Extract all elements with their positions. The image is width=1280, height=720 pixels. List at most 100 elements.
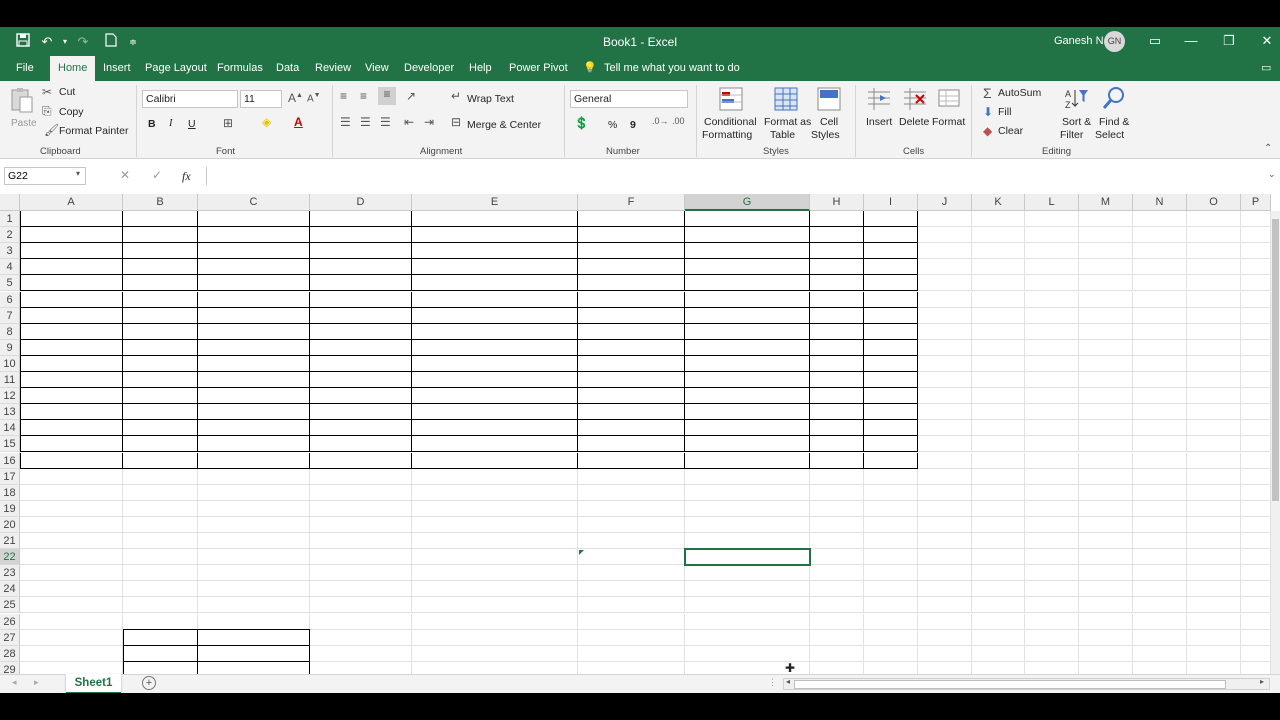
table-cell[interactable] [864,436,918,453]
empty-cell[interactable] [810,661,864,674]
empty-cell[interactable] [1133,581,1187,598]
lookup-cell[interactable] [123,661,198,674]
decrease-indent-icon[interactable]: ⇤ [404,115,414,129]
empty-cell[interactable] [1079,307,1133,324]
empty-cell[interactable] [972,597,1025,614]
header-cell[interactable] [685,211,810,228]
empty-cell[interactable] [1025,420,1079,437]
table-cell[interactable] [864,243,918,260]
empty-cell[interactable] [123,484,198,501]
horizontal-scrollbar[interactable] [783,678,1270,690]
empty-cell[interactable] [412,645,578,662]
empty-cell[interactable] [1133,597,1187,614]
empty-cell[interactable] [198,565,310,582]
empty-cell[interactable] [810,549,864,566]
table-cell[interactable] [685,388,810,405]
table-cell[interactable] [864,452,918,469]
empty-cell[interactable] [20,565,123,582]
empty-cell[interactable] [685,581,810,598]
empty-cell[interactable] [918,291,972,308]
table-cell[interactable] [123,259,198,276]
column-header-j[interactable]: J [918,194,972,211]
table-cell[interactable] [685,452,810,469]
table-cell[interactable] [310,291,412,308]
empty-cell[interactable] [1079,339,1133,356]
empty-cell[interactable] [1241,533,1271,550]
empty-cell[interactable] [1187,452,1241,469]
empty-cell[interactable] [1241,211,1271,228]
empty-cell[interactable] [310,629,412,646]
sorted-sales-cell[interactable] [972,355,1025,372]
empty-cell[interactable] [1079,565,1133,582]
minimize-icon[interactable]: — [1176,30,1206,52]
empty-cell[interactable] [310,581,412,598]
empty-cell[interactable] [1079,211,1133,228]
empty-cell[interactable] [1241,581,1271,598]
empty-cell[interactable] [1241,452,1271,469]
row-header[interactable]: 12 [0,388,20,405]
table-cell[interactable] [310,355,412,372]
autosum-icon[interactable]: Σ [983,85,992,101]
row-header[interactable]: 8 [0,323,20,340]
conditional-formatting-icon[interactable] [718,86,746,112]
empty-cell[interactable] [685,565,810,582]
table-cell[interactable] [412,436,578,453]
empty-cell[interactable] [1187,516,1241,533]
empty-cell[interactable] [918,581,972,598]
delete-cells-button[interactable]: Delete [899,116,929,128]
empty-cell[interactable] [1187,307,1241,324]
header-cell[interactable] [578,211,685,228]
tell-me-search[interactable]: Tell me what you want to do [601,56,743,81]
table-cell[interactable] [810,227,864,244]
fill-icon[interactable]: ⬇ [983,105,993,119]
table-cell[interactable] [310,452,412,469]
empty-cell[interactable] [1133,613,1187,630]
stats-profit-value[interactable] [578,565,685,582]
insert-function-button[interactable]: fx [182,169,191,184]
bold-button[interactable]: B [148,118,156,130]
table-cell[interactable] [123,275,198,292]
table-cell[interactable] [685,404,810,421]
empty-cell[interactable] [1241,436,1271,453]
table-cell[interactable] [310,404,412,421]
table-cell[interactable] [123,323,198,340]
table-cell[interactable] [685,291,810,308]
table-cell[interactable] [685,259,810,276]
empty-cell[interactable] [864,533,918,550]
empty-cell[interactable] [918,259,972,276]
split-handle-icon[interactable]: ⋮ [768,677,777,688]
insert-cells-icon[interactable] [866,86,894,112]
empty-cell[interactable] [1241,388,1271,405]
empty-cell[interactable] [123,533,198,550]
table-cell[interactable] [20,388,123,405]
table-cell[interactable] [198,436,310,453]
empty-cell[interactable] [1079,468,1133,485]
avatar[interactable]: GN [1104,31,1125,52]
empty-cell[interactable] [685,629,810,646]
header-cell[interactable] [310,211,412,228]
table-cell[interactable] [578,404,685,421]
empty-cell[interactable] [578,613,685,630]
table-cell[interactable] [685,323,810,340]
empty-cell[interactable] [123,565,198,582]
empty-cell[interactable] [1187,275,1241,292]
empty-cell[interactable] [1079,629,1133,646]
table-cell[interactable] [412,243,578,260]
empty-cell[interactable] [685,597,810,614]
table-cell[interactable] [412,372,578,389]
empty-cell[interactable] [198,484,310,501]
empty-cell[interactable] [123,468,198,485]
empty-cell[interactable] [972,549,1025,566]
table-cell[interactable] [123,307,198,324]
table-cell[interactable] [412,307,578,324]
clear-icon[interactable]: ◆ [983,124,992,138]
table-cell[interactable] [123,339,198,356]
empty-cell[interactable] [1241,468,1271,485]
empty-cell[interactable] [1187,243,1241,260]
empty-cell[interactable] [918,227,972,244]
empty-cell[interactable] [1133,468,1187,485]
row-header[interactable]: 11 [0,372,20,389]
horizontal-scroll-thumb[interactable] [794,680,1226,689]
empty-cell[interactable] [972,613,1025,630]
row-header[interactable]: 13 [0,404,20,421]
